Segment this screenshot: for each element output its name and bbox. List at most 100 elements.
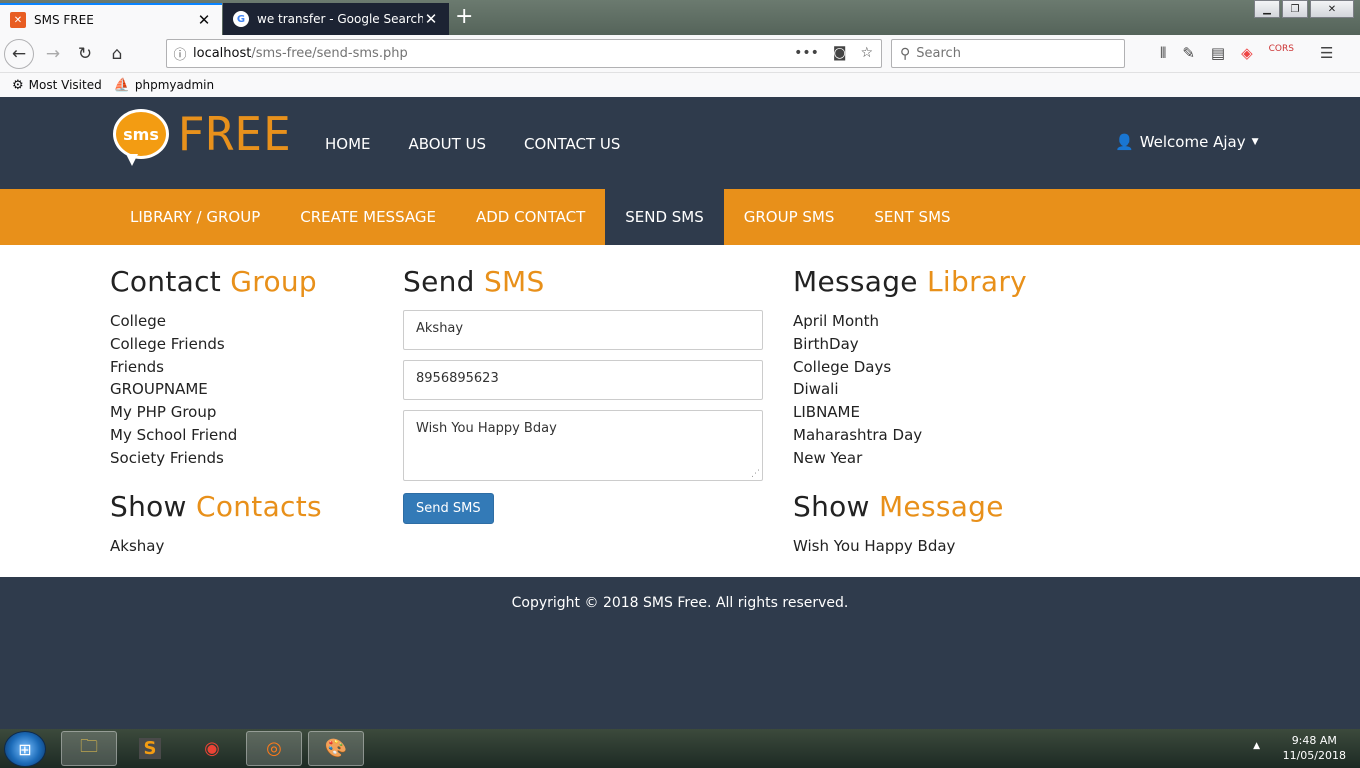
list-item[interactable]: April Month: [793, 310, 1027, 333]
list-item[interactable]: Friends: [110, 356, 322, 379]
site-logo[interactable]: sms FREE: [113, 107, 292, 166]
new-tab-button[interactable]: +: [455, 4, 473, 29]
forward-button[interactable]: →: [38, 39, 68, 69]
close-window-button[interactable]: ✕: [1310, 0, 1354, 18]
url-path: /sms-free/send-sms.php: [251, 46, 408, 61]
nav-home[interactable]: HOME: [325, 135, 371, 153]
bookmark-label: phpmyadmin: [134, 78, 215, 92]
reload-icon: ↻: [77, 44, 93, 64]
nav-about-us[interactable]: ABOUT US: [409, 135, 487, 153]
send-sms-button[interactable]: Send SMS: [403, 493, 494, 524]
reload-button[interactable]: ↻: [70, 39, 100, 69]
browser-toolbar: ← → ↻ ⌂ ⓘ localhost/sms-free/send-sms.ph…: [0, 35, 1360, 73]
minimize-button[interactable]: ▁: [1254, 0, 1280, 18]
bookmark-star-icon[interactable]: ☆: [860, 45, 873, 61]
list-item[interactable]: My PHP Group: [110, 401, 322, 424]
logo-bubble: sms: [113, 109, 169, 166]
tab-sms-free[interactable]: ✕ SMS FREE ✕: [0, 3, 222, 35]
url-bar[interactable]: ⓘ localhost/sms-free/send-sms.php ••• ◙ …: [166, 39, 882, 68]
user-menu[interactable]: 👤 Welcome Ajay ▼: [1115, 133, 1259, 151]
taskbar-sublime[interactable]: S: [122, 731, 178, 766]
back-button[interactable]: ←: [4, 39, 34, 69]
eyedropper-icon[interactable]: ✎: [1182, 44, 1195, 62]
subnav-library-group[interactable]: LIBRARY / GROUP: [110, 189, 280, 245]
close-tab-icon[interactable]: ✕: [196, 11, 212, 29]
list-item[interactable]: Maharashtra Day: [793, 424, 1027, 447]
subnav-add-contact[interactable]: ADD CONTACT: [456, 189, 605, 245]
bookmarks-bar: ⚙ Most Visited ⛵ phpmyadmin: [0, 73, 1360, 97]
show-message-heading: Show Message: [793, 489, 1004, 523]
bookmark-most-visited[interactable]: ⚙ Most Visited: [12, 78, 102, 93]
site-header: sms FREE HOME ABOUT US CONTACT US 👤 Welc…: [0, 97, 1360, 189]
name-field[interactable]: Akshay: [403, 310, 763, 350]
search-placeholder: Search: [916, 46, 961, 61]
library-icon[interactable]: ⫴: [1160, 44, 1166, 62]
list-item[interactable]: GROUPNAME: [110, 378, 322, 401]
subnav-create-message[interactable]: CREATE MESSAGE: [280, 189, 456, 245]
list-item[interactable]: College Friends: [110, 333, 322, 356]
sidebar-icon[interactable]: ▤: [1211, 44, 1225, 62]
taskbar-chrome[interactable]: ◉: [184, 731, 240, 766]
message-library-list: April Month BirthDay College Days Diwali…: [793, 310, 1027, 470]
menu-icon[interactable]: ☰: [1320, 44, 1333, 62]
list-item[interactable]: BirthDay: [793, 333, 1027, 356]
user-greeting: Welcome Ajay: [1139, 133, 1246, 151]
list-item[interactable]: New Year: [793, 447, 1027, 470]
home-button[interactable]: ⌂: [102, 39, 132, 69]
taskbar-explorer[interactable]: 🗀: [61, 731, 117, 766]
home-icon: ⌂: [111, 44, 123, 64]
phone-field[interactable]: 8956895623: [403, 360, 763, 400]
message-textarea[interactable]: Wish You Happy Bday ⋰: [403, 410, 763, 481]
search-input[interactable]: ⚲ Search: [891, 39, 1125, 68]
xampp-icon: ✕: [10, 12, 26, 28]
firefox-icon: ◎: [266, 738, 282, 759]
site-footer: Copyright © 2018 SMS Free. All rights re…: [0, 577, 1360, 729]
shield-icon[interactable]: ◈: [1241, 44, 1253, 62]
toolbar-icons: ⫴ ✎ ▤ ◈ CORS ☰: [1160, 44, 1333, 62]
subnav-group-sms[interactable]: GROUP SMS: [724, 189, 855, 245]
taskbar-paint[interactable]: 🎨: [308, 731, 364, 766]
list-item[interactable]: Society Friends: [110, 447, 322, 470]
main-content: Contact Group College College Friends Fr…: [0, 245, 1360, 577]
clock[interactable]: 9:48 AM 11/05/2018: [1283, 733, 1346, 763]
close-tab-icon[interactable]: ✕: [423, 10, 439, 28]
taskbar-firefox[interactable]: ◎: [246, 731, 302, 766]
contact-group-list: College College Friends Friends GROUPNAM…: [110, 310, 322, 470]
paint-icon: 🎨: [324, 738, 348, 759]
tab-title: SMS FREE: [34, 13, 94, 27]
list-item[interactable]: College Days: [793, 356, 1027, 379]
page-actions-icon[interactable]: •••: [794, 45, 819, 61]
info-icon[interactable]: ⓘ: [167, 44, 193, 63]
tab-google-search[interactable]: G we transfer - Google Search ✕: [223, 3, 449, 35]
resize-grip-icon[interactable]: ⋰: [751, 469, 760, 479]
windows-logo-icon: ⊞: [18, 739, 32, 759]
tab-title: we transfer - Google Search: [257, 12, 423, 26]
list-item[interactable]: My School Friend: [110, 424, 322, 447]
cors-extension-icon[interactable]: CORS: [1269, 44, 1294, 62]
list-item[interactable]: Akshay: [110, 535, 322, 558]
message-library-column: Message Library April Month BirthDay Col…: [793, 265, 1027, 557]
list-item[interactable]: Wish You Happy Bday: [793, 535, 1027, 558]
bookmark-phpmyadmin[interactable]: ⛵ phpmyadmin: [114, 78, 214, 93]
logo-text: FREE: [177, 107, 292, 161]
list-item[interactable]: Diwali: [793, 378, 1027, 401]
list-item[interactable]: LIBNAME: [793, 401, 1027, 424]
maximize-button[interactable]: ❐: [1282, 0, 1308, 18]
subnav-send-sms[interactable]: SEND SMS: [605, 189, 724, 245]
message-library-heading: Message Library: [793, 265, 1028, 298]
sublime-text-icon: S: [138, 738, 162, 759]
copyright-text: Copyright © 2018 SMS Free. All rights re…: [511, 595, 849, 611]
phpmyadmin-icon: ⛵: [113, 77, 130, 93]
subnav-sent-sms[interactable]: SENT SMS: [854, 189, 970, 245]
nav-contact-us[interactable]: CONTACT US: [524, 135, 620, 153]
url-host: localhost: [193, 46, 252, 61]
message-text: Wish You Happy Bday: [416, 421, 557, 436]
tray-expand-icon[interactable]: ▲: [1253, 741, 1260, 751]
list-item[interactable]: College: [110, 310, 322, 333]
start-button[interactable]: ⊞: [4, 731, 46, 767]
pocket-icon[interactable]: ◙: [833, 45, 847, 61]
browser-tab-bar: ✕ SMS FREE ✕ G we transfer - Google Sear…: [0, 0, 1360, 35]
contact-group-column: Contact Group College College Friends Fr…: [110, 265, 322, 557]
google-icon: G: [233, 11, 249, 27]
arrow-left-icon: ←: [11, 44, 27, 64]
